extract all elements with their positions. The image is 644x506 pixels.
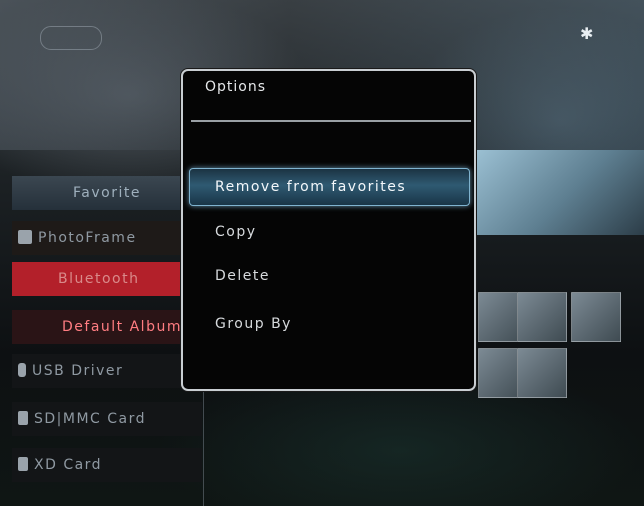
sidebar-item-label: Default Album — [62, 319, 182, 335]
sd-card-icon — [18, 411, 28, 425]
sidebar-item-bluetooth[interactable]: Bluetooth — [12, 262, 202, 296]
photoframe-screen: ✱ Favorite PhotoFrame Bluetooth Default … — [0, 0, 644, 506]
usb-icon — [18, 363, 26, 377]
photo-preview — [470, 150, 644, 235]
sidebar-item-default-album[interactable]: Default Album — [12, 310, 202, 344]
sidebar-item-sd-mmc-card[interactable]: SD|MMC Card — [12, 402, 202, 436]
photo-thumbnail[interactable] — [571, 292, 621, 342]
sidebar-item-label: XD Card — [34, 457, 103, 473]
sidebar-item-usb-driver[interactable]: USB Driver — [12, 354, 202, 388]
sidebar-item-xd-card[interactable]: XD Card — [12, 448, 202, 482]
option-delete[interactable]: Delete — [189, 257, 470, 295]
photo-thumbnail[interactable] — [517, 348, 567, 398]
option-remove-from-favorites[interactable]: Remove from favorites — [189, 168, 470, 206]
dialog-title: Options — [205, 79, 267, 95]
brand-logo — [40, 26, 102, 50]
option-copy[interactable]: Copy — [189, 213, 470, 251]
sidebar-item-favorite[interactable]: Favorite — [12, 176, 202, 210]
option-group-by[interactable]: Group By — [189, 305, 470, 343]
bluetooth-icon: ✱ — [580, 24, 594, 43]
dialog-divider — [191, 120, 471, 122]
sidebar-item-label: SD|MMC Card — [34, 411, 147, 427]
xd-card-icon — [18, 457, 28, 471]
sidebar-item-label: Favorite — [73, 185, 141, 201]
sidebar-item-label: USB Driver — [32, 363, 124, 379]
photo-thumbnail[interactable] — [517, 292, 567, 342]
sidebar-item-photoframe[interactable]: PhotoFrame — [12, 221, 202, 255]
sidebar-item-label: Bluetooth — [58, 271, 140, 287]
options-dialog: Options Remove from favorites Copy Delet… — [181, 69, 476, 391]
photoframe-icon — [18, 230, 32, 244]
sidebar-item-label: PhotoFrame — [38, 230, 137, 246]
